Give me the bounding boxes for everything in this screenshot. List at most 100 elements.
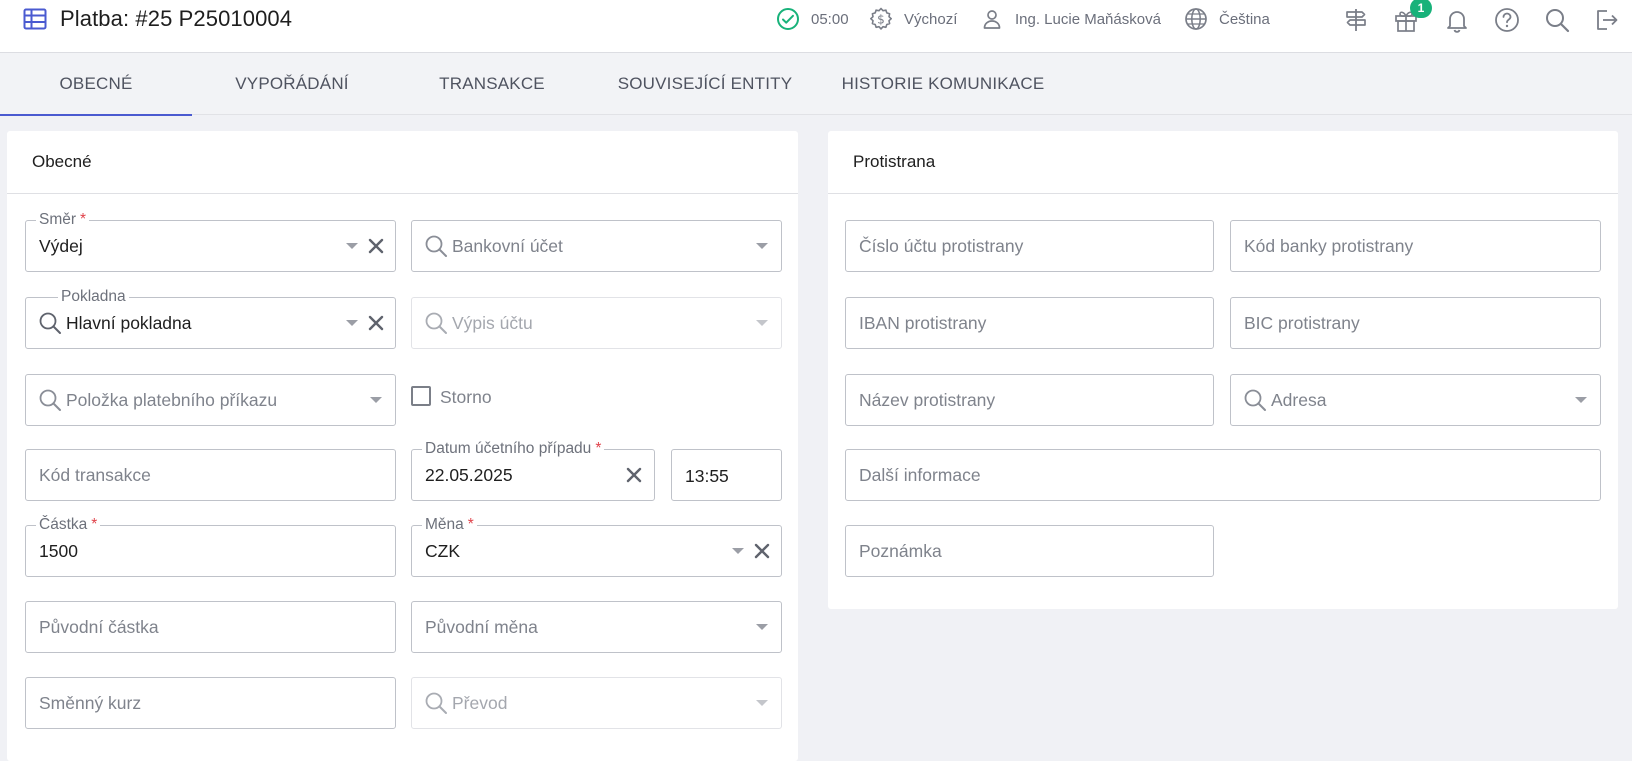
chevron-down-icon[interactable] xyxy=(756,320,768,326)
signpost-icon[interactable] xyxy=(1342,6,1370,34)
bankovni-ucet-placeholder: Bankovní účet xyxy=(452,236,563,256)
mena-label: Měna * xyxy=(422,515,477,535)
tab-vyporadani[interactable]: VYPOŘÁDÁNÍ xyxy=(192,53,392,115)
polozka-prikazu-select[interactable]: Položka platebního příkazu xyxy=(25,374,396,426)
chevron-down-icon[interactable] xyxy=(370,397,382,403)
check-circle-icon xyxy=(775,6,801,32)
castka-input[interactable]: Částka * 1500 xyxy=(25,515,396,577)
prevod-select[interactable]: Převod xyxy=(411,677,782,729)
tab-bar: OBECNÉ VYPOŘÁDÁNÍ TRANSAKCE SOUVISEJÍCÍ … xyxy=(0,53,1632,116)
search-icon[interactable] xyxy=(1543,6,1571,34)
chevron-down-icon[interactable] xyxy=(756,624,768,630)
cas-value: 13:55 xyxy=(685,466,729,486)
puvodni-castka-placeholder: Původní částka xyxy=(39,617,159,637)
gift-badge: 1 xyxy=(1410,0,1432,18)
chevron-down-icon[interactable] xyxy=(346,243,358,249)
puvodni-castka-input[interactable]: Původní částka xyxy=(25,601,396,653)
bic-input[interactable]: BIC protistrany xyxy=(1230,297,1601,349)
poznamka-input[interactable]: Poznámka xyxy=(845,525,1214,577)
search-icon xyxy=(424,691,448,715)
adresa-select[interactable]: Adresa xyxy=(1230,374,1601,426)
bic-placeholder: BIC protistrany xyxy=(1244,313,1360,333)
general-card-title: Obecné xyxy=(7,131,798,194)
table-icon xyxy=(22,6,48,32)
adresa-placeholder: Adresa xyxy=(1271,390,1327,410)
search-icon xyxy=(424,234,448,258)
mena-value: CZK xyxy=(425,541,460,561)
datum-input[interactable]: Datum účetního případu * 22.05.2025 xyxy=(411,439,655,501)
tab-transakce[interactable]: TRANSAKCE xyxy=(392,53,592,115)
smenny-kurz-placeholder: Směnný kurz xyxy=(39,693,142,713)
smer-select[interactable]: Směr * Výdej xyxy=(25,210,396,272)
user-menu[interactable]: Ing. Lucie Maňásková xyxy=(979,6,1161,32)
user-name: Ing. Lucie Maňásková xyxy=(1015,10,1161,28)
castka-value: 1500 xyxy=(39,541,78,561)
kod-transakce-placeholder: Kód transakce xyxy=(39,465,151,485)
kod-transakce-input[interactable]: Kód transakce xyxy=(25,449,396,501)
chevron-down-icon[interactable] xyxy=(732,548,744,554)
dollar-gear-icon: $ xyxy=(868,6,894,32)
search-icon xyxy=(1243,388,1267,412)
dalsi-informace-input[interactable]: Další informace xyxy=(845,449,1601,501)
castka-label: Částka * xyxy=(36,515,101,535)
bell-icon[interactable] xyxy=(1443,6,1471,34)
smer-value: Výdej xyxy=(39,236,83,256)
mena-select[interactable]: Měna * CZK xyxy=(411,515,782,577)
smer-label: Směr * xyxy=(36,210,90,230)
nazev-input[interactable]: Název protistrany xyxy=(845,374,1214,426)
iban-input[interactable]: IBAN protistrany xyxy=(845,297,1214,349)
search-icon xyxy=(424,311,448,335)
search-icon xyxy=(38,311,62,335)
clear-icon[interactable] xyxy=(623,464,645,486)
counterparty-card: Protistrana Číslo účtu protistrany Kód b… xyxy=(828,131,1618,609)
language-selector[interactable]: Čeština xyxy=(1183,6,1270,32)
profile-text: Výchozí xyxy=(904,10,958,28)
storno-checkbox[interactable] xyxy=(411,386,431,406)
globe-icon xyxy=(1183,6,1209,32)
chevron-down-icon[interactable] xyxy=(756,243,768,249)
clear-icon[interactable] xyxy=(751,540,773,562)
tab-souvisejici-entity[interactable]: SOUVISEJÍCÍ ENTITY xyxy=(592,53,818,115)
tab-obecne[interactable]: OBECNÉ xyxy=(0,53,192,116)
vypis-uctu-select[interactable]: Výpis účtu xyxy=(411,297,782,349)
timer-text: 05:00 xyxy=(811,10,849,28)
cislo-uctu-input[interactable]: Číslo účtu protistrany xyxy=(845,220,1214,272)
pokladna-value: Hlavní pokladna xyxy=(66,313,192,333)
kod-banky-placeholder: Kód banky protistrany xyxy=(1244,236,1414,256)
svg-text:$: $ xyxy=(877,13,885,27)
clear-icon[interactable] xyxy=(365,312,387,334)
poznamka-placeholder: Poznámka xyxy=(859,541,942,561)
session-timer[interactable]: 05:00 xyxy=(775,6,849,32)
bankovni-ucet-select[interactable]: Bankovní účet xyxy=(411,220,782,272)
help-icon[interactable] xyxy=(1493,6,1521,34)
cislo-uctu-placeholder: Číslo účtu protistrany xyxy=(859,236,1024,256)
datum-value: 22.05.2025 xyxy=(425,465,513,485)
vypis-uctu-placeholder: Výpis účtu xyxy=(452,313,533,333)
kod-banky-input[interactable]: Kód banky protistrany xyxy=(1230,220,1601,272)
general-card: Obecné Směr * Výdej Bankovní účet Pokladn… xyxy=(7,131,798,761)
pokladna-select[interactable]: Pokladna Hlavní pokladna xyxy=(25,287,396,349)
polozka-placeholder: Položka platebního příkazu xyxy=(66,390,278,410)
puvodni-mena-placeholder: Původní měna xyxy=(425,617,538,637)
nazev-placeholder: Název protistrany xyxy=(859,390,996,410)
profile-selector[interactable]: $ Výchozí xyxy=(868,6,957,32)
chevron-down-icon[interactable] xyxy=(1575,397,1587,403)
cas-input[interactable]: 13:55 xyxy=(671,449,782,501)
smenny-kurz-input[interactable]: Směnný kurz xyxy=(25,677,396,729)
datum-label: Datum účetního případu * xyxy=(422,439,605,459)
counterparty-card-title: Protistrana xyxy=(828,131,1618,194)
page-title: Platba: #25 P25010004 xyxy=(60,6,293,31)
language-text: Čeština xyxy=(1219,10,1270,28)
dalsi-informace-placeholder: Další informace xyxy=(859,465,981,485)
iban-placeholder: IBAN protistrany xyxy=(859,313,987,333)
prevod-placeholder: Převod xyxy=(452,693,508,713)
clear-icon[interactable] xyxy=(365,235,387,257)
chevron-down-icon[interactable] xyxy=(346,320,358,326)
pokladna-label: Pokladna xyxy=(58,287,129,307)
logout-icon[interactable] xyxy=(1592,6,1620,34)
user-icon xyxy=(979,6,1005,32)
storno-label[interactable]: Storno xyxy=(440,387,492,408)
chevron-down-icon[interactable] xyxy=(756,700,768,706)
puvodni-mena-select[interactable]: Původní měna xyxy=(411,601,782,653)
tab-historie-komunikace[interactable]: HISTORIE KOMUNIKACE xyxy=(818,53,1068,115)
